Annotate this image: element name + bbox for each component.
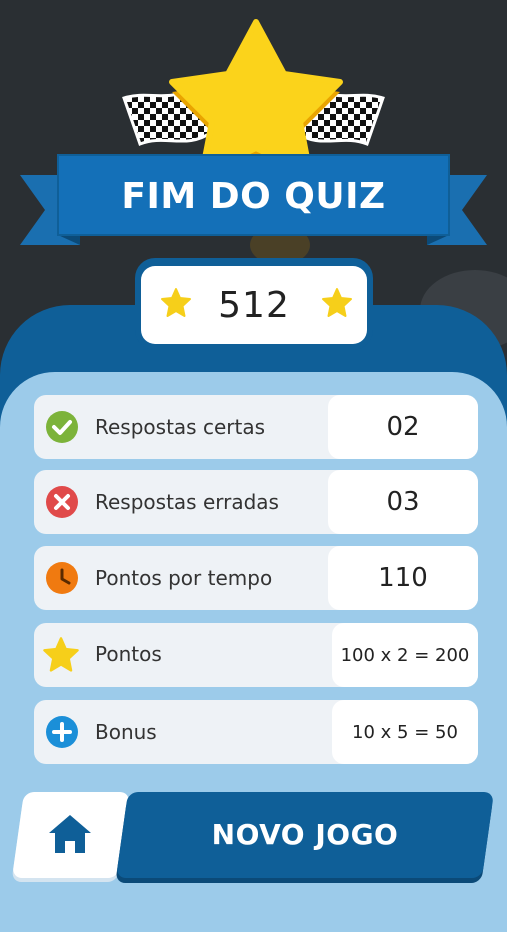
- row-value: 03: [328, 470, 478, 534]
- clock-icon: [46, 562, 78, 594]
- star-icon: [161, 288, 191, 317]
- x-icon: [46, 486, 78, 518]
- star-icon: [322, 288, 352, 317]
- home-icon[interactable]: [47, 813, 93, 855]
- row-label: Respostas certas: [95, 415, 265, 439]
- score-value: 512: [218, 284, 290, 326]
- row-label: Respostas erradas: [95, 490, 279, 514]
- row-label: Bonus: [95, 720, 157, 744]
- row-time-points: Pontos por tempo 110: [34, 546, 478, 610]
- row-value: 02: [328, 395, 478, 459]
- row-bonus: Bonus 10 x 5 = 50: [34, 700, 478, 764]
- row-correct-answers: Respostas certas 02: [34, 395, 478, 459]
- plus-icon: [46, 716, 78, 748]
- row-points: Pontos 100 x 2 = 200: [34, 623, 478, 687]
- row-value: 100 x 2 = 200: [332, 623, 478, 687]
- new-game-button-label[interactable]: NOVO JOGO: [115, 792, 495, 878]
- row-value: 10 x 5 = 50: [332, 700, 478, 764]
- row-wrong-answers: Respostas erradas 03: [34, 470, 478, 534]
- row-value: 110: [328, 546, 478, 610]
- row-label: Pontos por tempo: [95, 566, 273, 590]
- page-title: FIM DO QUIZ: [121, 176, 386, 217]
- row-label: Pontos: [95, 642, 162, 666]
- check-icon: [46, 411, 78, 443]
- star-icon: [43, 637, 79, 672]
